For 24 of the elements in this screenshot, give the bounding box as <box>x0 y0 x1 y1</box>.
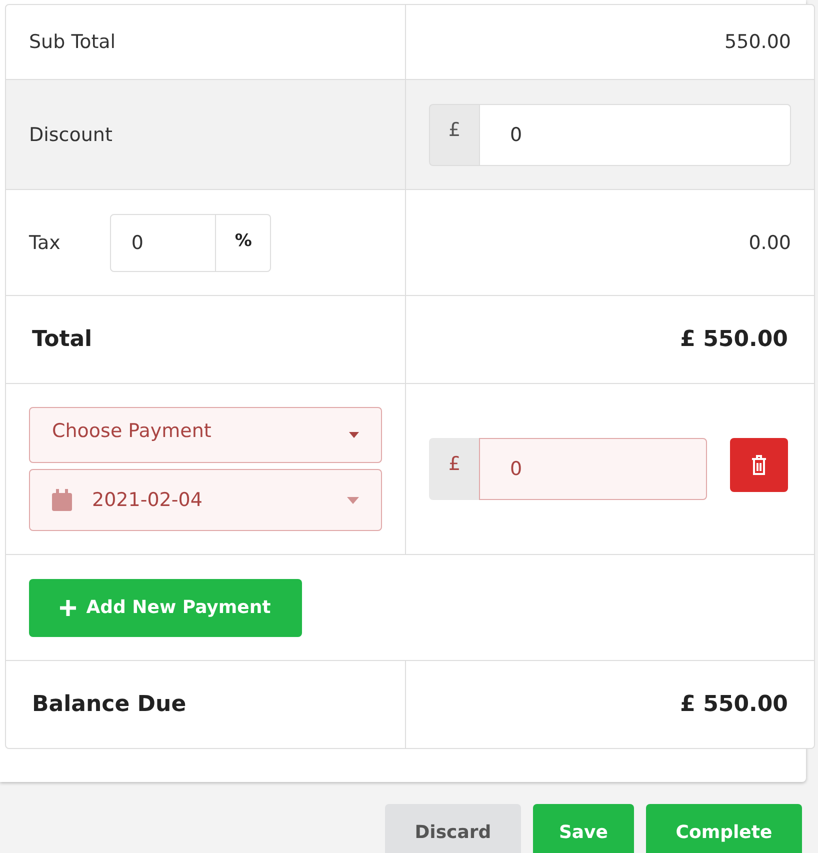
delete-button[interactable] <box>730 438 788 492</box>
calendar-icon <box>52 489 72 511</box>
caret-icon <box>349 432 359 438</box>
date-field[interactable]: 2021-02-04 <box>29 469 382 531</box>
balance-value: £ 550.00 <box>679 692 789 717</box>
plus-icon <box>60 600 76 616</box>
discount-field[interactable]: 0 <box>479 104 791 166</box>
payment-amount-field[interactable]: 0 <box>479 438 707 500</box>
row-label: Discount <box>29 124 112 146</box>
row-label: Tax <box>29 232 60 254</box>
total-value: £ 550.00 <box>679 327 789 352</box>
tax-amount: 0.00 <box>748 232 791 254</box>
currency-addon: £ <box>429 104 479 166</box>
row-value: 550.00 <box>724 31 791 53</box>
payment-method-select[interactable]: Choose Payment <box>29 407 382 463</box>
discard-button[interactable]: Discard <box>384 804 521 853</box>
percent-addon: % <box>216 214 272 272</box>
row-label: Total <box>31 327 94 352</box>
caret-icon <box>347 496 359 504</box>
tax-rate-field[interactable]: 0 <box>110 214 216 272</box>
trash-icon <box>751 455 767 475</box>
currency-addon: £ <box>429 438 479 500</box>
row-label: Balance Due <box>31 692 188 717</box>
row-label: Sub Total <box>29 31 116 53</box>
